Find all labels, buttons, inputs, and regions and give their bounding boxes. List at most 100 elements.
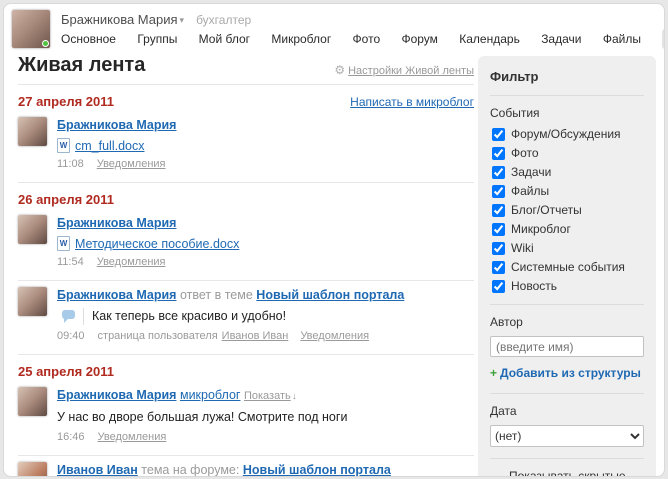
plus-icon: + [490, 366, 497, 380]
notifications-link[interactable]: Уведомления [97, 158, 166, 170]
page-of-label: страница пользователя [98, 330, 218, 342]
feed-entry: Бражникова Мария микроблог Показать↓ У н… [18, 381, 474, 448]
comment-bubble-icon [62, 310, 75, 319]
divider [490, 304, 644, 305]
filter-label-tasks: Задачи [511, 165, 551, 179]
show-link[interactable]: Показать [244, 390, 291, 402]
nav-myblog[interactable]: Мой блог [199, 29, 250, 49]
filter-label-files: Файлы [511, 184, 549, 198]
date-heading: 27 апреля 2011 [18, 94, 114, 109]
page-title: Живая лента [18, 54, 145, 77]
show-hidden-checkbox[interactable] [490, 477, 503, 478]
avatar[interactable] [18, 117, 47, 146]
filter-title: Фильтр [490, 69, 644, 84]
write-microblog-link[interactable]: Написать в микроблог [350, 95, 474, 109]
divider [490, 458, 644, 459]
entry-context: ответ в теме [180, 288, 253, 302]
filter-label-blog: Блог/Отчеты [511, 203, 582, 217]
feed-settings-link[interactable]: Настройки Живой ленты [348, 65, 474, 77]
nav-forum[interactable]: Форум [401, 29, 437, 49]
divider [490, 95, 644, 96]
author-link[interactable]: Бражникова Мария [57, 118, 176, 132]
topic-link[interactable]: Новый шаблон портала [256, 288, 404, 302]
entry-time: 16:46 [57, 431, 85, 443]
filter-checkbox-forum[interactable] [492, 128, 505, 141]
current-user-name[interactable]: Бражникова Мария [61, 12, 178, 27]
divider [490, 393, 644, 394]
entry-message: У нас во дворе большая лужа! Смотрите по… [57, 409, 474, 426]
filter-label-forum: Форум/Обсуждения [511, 127, 621, 141]
notifications-link[interactable]: Уведомления [97, 256, 166, 268]
microblog-tag-link[interactable]: микроблог [180, 388, 241, 402]
author-link[interactable]: Бражникова Мария [57, 216, 176, 230]
filter-label-wiki: Wiki [511, 241, 534, 255]
arrow-down-icon: ↓ [292, 388, 297, 405]
date-heading: 26 апреля 2011 [18, 192, 114, 207]
nav-groups[interactable]: Группы [137, 29, 177, 49]
author-input[interactable] [490, 336, 644, 357]
current-user-avatar[interactable] [12, 10, 50, 48]
word-file-icon: W [57, 138, 70, 153]
online-status-dot [42, 40, 49, 47]
file-link[interactable]: Методическое пособие.docx [75, 237, 239, 251]
user-role: бухгалтер [196, 13, 251, 27]
divider [18, 354, 474, 355]
filter-label-news: Новость [511, 279, 557, 293]
filter-checkbox-tasks[interactable] [492, 166, 505, 179]
feed-entry: Иванов Иван тема на форуме: Новый шаблон… [18, 456, 474, 477]
notifications-link[interactable]: Уведомления [98, 431, 167, 443]
notifications-link[interactable]: Уведомления [300, 330, 369, 342]
filter-panel: Фильтр События Форум/Обсуждения Фото Зад… [478, 56, 656, 477]
feed-entry: Бражникова Мария W Методическое пособие.… [18, 209, 474, 273]
filter-checkbox-news[interactable] [492, 280, 505, 293]
nav-microblog[interactable]: Микроблог [271, 29, 331, 49]
feed-entry: Бражникова Мария W cm_full.docx 11:08 Уве… [18, 111, 474, 175]
live-feed: Живая лента ⚙Настройки Живой ленты 27 ап… [18, 54, 474, 477]
nav-messages[interactable]: Сообщения [662, 29, 665, 49]
filter-checkbox-photo[interactable] [492, 147, 505, 160]
author-link[interactable]: Бражникова Мария [57, 388, 176, 402]
events-label: События [490, 106, 644, 120]
avatar[interactable] [18, 287, 47, 316]
avatar[interactable] [18, 462, 47, 477]
date-select[interactable]: (нет) [490, 425, 644, 447]
nav-photo[interactable]: Фото [353, 29, 381, 49]
chevron-down-icon[interactable]: ▾ [180, 15, 185, 25]
author-label: Автор [490, 315, 644, 329]
main-nav: Основное Группы Мой блог Микроблог Фото … [61, 32, 665, 46]
avatar[interactable] [18, 387, 47, 416]
entry-context: тема на форуме: [141, 463, 239, 477]
filter-label-photo: Фото [511, 146, 539, 160]
filter-checkbox-microblog[interactable] [492, 223, 505, 236]
nav-files[interactable]: Файлы [603, 29, 641, 49]
divider [18, 182, 474, 183]
filter-checkbox-files[interactable] [492, 185, 505, 198]
entry-message: Как теперь все красиво и удобно! [83, 308, 286, 325]
entry-time: 11:08 [57, 158, 84, 170]
date-label: Дата [490, 404, 644, 418]
user-page-link[interactable]: Иванов Иван [222, 330, 289, 342]
show-hidden-label: Показывать скрытые события [509, 469, 644, 477]
filter-label-system: Системные события [511, 260, 625, 274]
entry-time: 11:54 [57, 256, 84, 268]
entry-time: 09:40 [57, 330, 85, 342]
author-link[interactable]: Иванов Иван [57, 463, 138, 477]
nav-tasks[interactable]: Задачи [541, 29, 581, 49]
word-file-icon: W [57, 236, 70, 251]
date-heading: 25 апреля 2011 [18, 364, 114, 379]
header: Бражникова Мария▾ бухгалтер Основное Груп… [4, 4, 664, 48]
portal-window: Бражникова Мария▾бухгалтер Основное Груп… [3, 3, 665, 477]
filter-checkbox-wiki[interactable] [492, 242, 505, 255]
avatar[interactable] [18, 215, 47, 244]
divider [18, 84, 474, 85]
file-link[interactable]: cm_full.docx [75, 139, 144, 153]
filter-label-microblog: Микроблог [511, 222, 571, 236]
author-link[interactable]: Бражникова Мария [57, 288, 176, 302]
gear-icon: ⚙ [334, 63, 345, 77]
topic-link[interactable]: Новый шаблон портала [243, 463, 391, 477]
add-from-structure-link[interactable]: +Добавить из структуры [490, 366, 641, 380]
filter-checkbox-blog[interactable] [492, 204, 505, 217]
filter-checkbox-system[interactable] [492, 261, 505, 274]
nav-main[interactable]: Основное [61, 29, 116, 49]
nav-calendar[interactable]: Календарь [459, 29, 520, 49]
